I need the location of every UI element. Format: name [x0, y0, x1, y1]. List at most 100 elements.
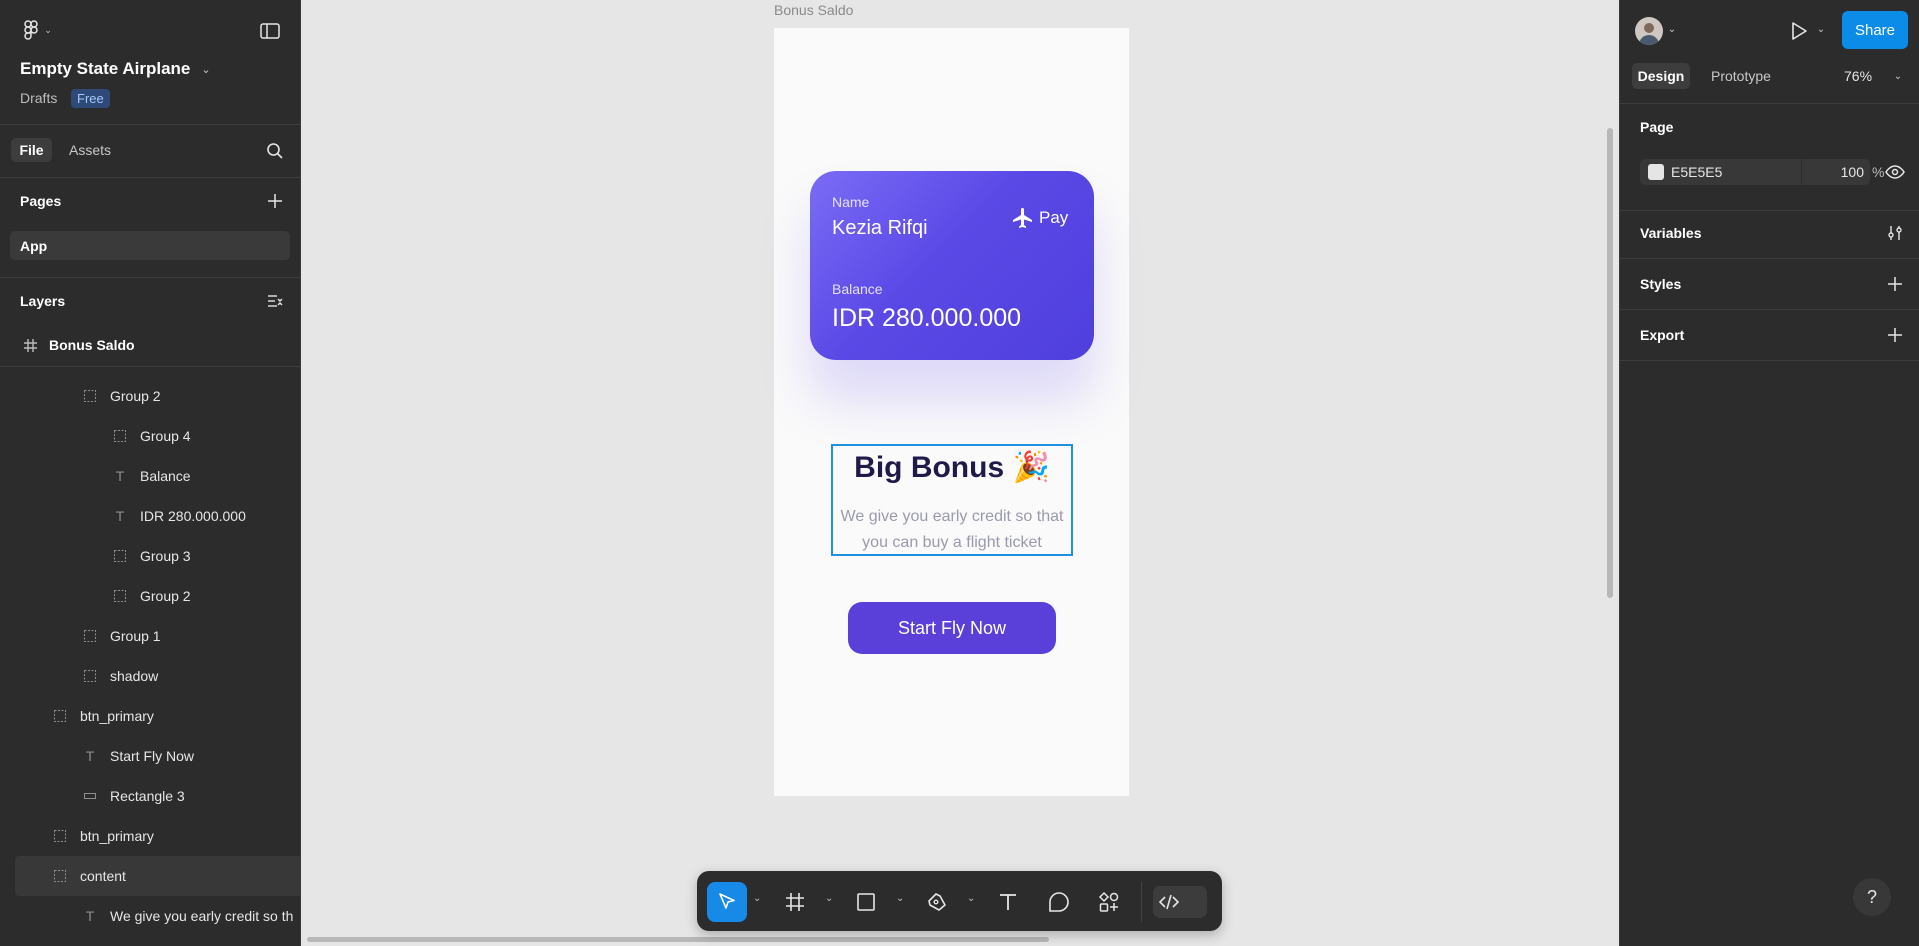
pen-icon: [928, 893, 946, 911]
layer-text-start-fly-now[interactable]: T Start Fly Now: [0, 736, 300, 776]
frame-label[interactable]: Bonus Saldo: [774, 2, 853, 18]
page-item-label: App: [20, 238, 48, 254]
export-section-title[interactable]: Export: [1640, 327, 1684, 343]
tab-file[interactable]: File: [11, 138, 52, 162]
code-icon: [1158, 894, 1180, 910]
move-tool-chevron-icon[interactable]: ⌄: [753, 893, 761, 904]
card-balance-label: Balance: [832, 281, 883, 297]
collapse-layers-icon[interactable]: [265, 291, 285, 311]
field-separator: [1801, 159, 1802, 185]
layer-group-1[interactable]: Group 1: [0, 616, 300, 656]
layer-text-balance-value[interactable]: T IDR 280.000.000: [0, 496, 300, 536]
figma-menu-icon[interactable]: ⌄: [20, 19, 56, 41]
text-tool-button[interactable]: [990, 882, 1026, 922]
canvas-horizontal-scrollbar[interactable]: [307, 937, 1049, 942]
help-button[interactable]: ?: [1853, 878, 1891, 916]
present-play-icon[interactable]: [1787, 19, 1811, 43]
group-icon: [82, 668, 98, 684]
user-avatar[interactable]: [1635, 17, 1663, 45]
layer-label: Group 2: [140, 588, 191, 604]
layer-btn-primary[interactable]: btn_primary: [0, 696, 300, 736]
add-style-icon[interactable]: [1885, 274, 1905, 294]
visibility-eye-icon[interactable]: [1884, 162, 1906, 182]
bonus-description: We give you early credit so that you can…: [833, 504, 1071, 556]
file-menu-chevron-icon[interactable]: ⌄: [199, 62, 213, 76]
page-color-swatch[interactable]: [1648, 164, 1664, 180]
actions-tool-button[interactable]: [1091, 882, 1127, 922]
divider: [1620, 103, 1919, 104]
layer-label: btn_primary: [80, 828, 154, 844]
layer-content[interactable]: content: [15, 856, 300, 896]
layer-rectangle-3[interactable]: Rectangle 3: [0, 776, 300, 816]
layer-group-2[interactable]: Group 2: [0, 376, 300, 416]
card-pay-label: Pay: [1039, 208, 1069, 227]
page-color-field[interactable]: E5E5E5 100 %: [1640, 159, 1884, 185]
share-button[interactable]: Share: [1842, 11, 1908, 49]
variables-section-title[interactable]: Variables: [1640, 225, 1702, 241]
zoom-chevron-icon[interactable]: ⌄: [1892, 70, 1904, 82]
text-icon: T: [115, 468, 125, 484]
divider: [1620, 258, 1919, 259]
page-color-hex[interactable]: E5E5E5: [1671, 164, 1722, 180]
zoom-level[interactable]: 76%: [1844, 68, 1872, 84]
pen-tool-chevron-icon[interactable]: ⌄: [967, 893, 975, 904]
card-name-label: Name: [832, 194, 870, 210]
drafts-label[interactable]: Drafts: [20, 90, 57, 106]
page-color-opacity[interactable]: 100: [1830, 164, 1864, 180]
comment-tool-button[interactable]: [1041, 882, 1077, 922]
add-export-icon[interactable]: [1885, 325, 1905, 345]
variables-icon[interactable]: [1884, 222, 1906, 244]
add-page-icon[interactable]: [265, 191, 285, 211]
layer-btn-primary-2[interactable]: btn_primary: [0, 816, 300, 856]
frame-icon: [786, 893, 804, 911]
artboard-bonus-saldo[interactable]: Name Kezia Rifqi Pay Balance IDR 280.000…: [774, 28, 1129, 796]
layer-label: shadow: [110, 668, 159, 684]
layer-group-4[interactable]: Group 4: [0, 416, 300, 456]
card-name-value: Kezia Rifqi: [832, 217, 928, 239]
move-tool-button[interactable]: [707, 882, 747, 922]
layer-group-2-inner[interactable]: Group 2: [0, 576, 300, 616]
opacity-unit: %: [1872, 164, 1885, 180]
layers-title: Layers: [20, 293, 66, 309]
page-item-app[interactable]: App: [10, 231, 290, 260]
layer-text-balance[interactable]: T Balance: [0, 456, 300, 496]
search-icon[interactable]: [265, 141, 285, 161]
plan-badge: Free: [71, 89, 110, 108]
shape-tool-chevron-icon[interactable]: ⌄: [896, 893, 904, 904]
layer-shadow[interactable]: shadow: [0, 656, 300, 696]
sidebar-toggle-icon[interactable]: [259, 20, 281, 42]
group-icon: [112, 588, 128, 604]
layer-label: Start Fly Now: [110, 748, 195, 764]
content-selection[interactable]: Big Bonus 🎉 We give you early credit so …: [831, 444, 1073, 556]
cursor-icon: [719, 893, 735, 909]
frame-tool-button[interactable]: [777, 882, 813, 922]
start-fly-now-button[interactable]: Start Fly Now: [848, 602, 1056, 654]
rectangle-icon: [857, 893, 875, 911]
layer-text-description[interactable]: T We give you early credit so th: [0, 896, 300, 936]
layer-frame-bonus-saldo[interactable]: Bonus Saldo: [0, 332, 300, 358]
layer-group-3[interactable]: Group 3: [0, 536, 300, 576]
text-icon: T: [85, 748, 95, 764]
bonus-description-line: We give you early credit so that: [840, 508, 1064, 525]
pen-tool-button[interactable]: [919, 882, 955, 922]
file-title[interactable]: Empty State Airplane: [20, 59, 190, 79]
styles-section-title[interactable]: Styles: [1640, 276, 1681, 292]
bonus-description-line: you can buy a flight ticket: [862, 534, 1042, 551]
divider: [0, 277, 300, 278]
divider: [0, 177, 300, 178]
tab-prototype[interactable]: Prototype: [1711, 68, 1771, 84]
layer-label: Balance: [140, 468, 191, 484]
text-icon: T: [115, 508, 125, 524]
tab-assets[interactable]: Assets: [69, 142, 111, 158]
frame-tool-chevron-icon[interactable]: ⌄: [825, 893, 833, 904]
pages-title: Pages: [20, 193, 62, 209]
tab-design[interactable]: Design: [1632, 63, 1690, 89]
dev-mode-button[interactable]: [1153, 882, 1185, 922]
present-chevron-icon[interactable]: ⌄: [1815, 23, 1827, 35]
avatar-chevron-icon[interactable]: ⌄: [1666, 23, 1678, 35]
canvas-vertical-scrollbar[interactable]: [1607, 128, 1613, 598]
layer-label: Group 4: [140, 428, 191, 444]
shape-tool-button[interactable]: [848, 882, 884, 922]
balance-card[interactable]: Name Kezia Rifqi Pay Balance IDR 280.000…: [810, 171, 1094, 360]
card-pay-logo: Pay: [1011, 204, 1068, 232]
